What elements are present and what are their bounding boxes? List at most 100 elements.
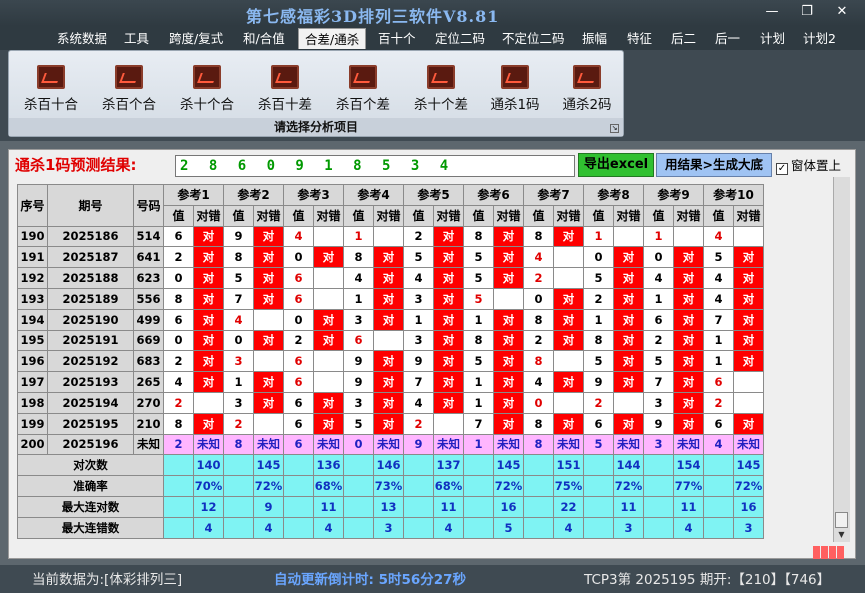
ref-value: 2 [523, 329, 554, 352]
col-index-header: 序号 [17, 184, 48, 227]
table-row[interactable]: 196 2025192 683 2 对 3 6 9 对 9 对 5 对 8 5 对 5 对 1 对 [17, 350, 764, 373]
vertical-scrollbar[interactable] [833, 177, 850, 542]
ref-value: 8 [523, 225, 554, 248]
minimize-icon[interactable]: — [760, 4, 784, 20]
ref-result: 对 [193, 287, 224, 310]
menu-system-data[interactable]: 系统数据 [51, 28, 113, 49]
restore-icon[interactable]: ❐ [795, 4, 819, 20]
ref-value: 6 [343, 329, 374, 352]
latest-draw-status: TCP3第 2025195 期开:【210】【746】 [584, 572, 831, 588]
ref-value: 5 [703, 246, 734, 269]
kill-bs-diff-button[interactable]: 杀百十差 [249, 65, 321, 115]
ref-result: 对 [613, 329, 644, 352]
scroll-down-icon[interactable]: ▼ [835, 530, 848, 542]
menu-last-two[interactable]: 后二 [665, 28, 702, 49]
row-issue: 2025188 [47, 267, 134, 289]
pred-result: 未知 [673, 433, 704, 456]
close-icon[interactable]: ✕ [830, 4, 854, 20]
table-row[interactable]: 197 2025193 265 4 对 1 对 6 9 对 7 对 1 对 4 对 9 对 7 对 6 [17, 371, 764, 393]
ref-value: 9 [223, 225, 254, 248]
ref-value: 0 [223, 329, 254, 352]
menu-tools[interactable]: 工具 [118, 28, 155, 49]
value-subheader: 值 [703, 204, 734, 227]
stat-spacer [163, 516, 194, 539]
ref-value: 5 [643, 350, 674, 373]
value-subheader: 值 [643, 204, 674, 227]
menu-nonposition-two[interactable]: 不定位二码 [496, 28, 571, 49]
menu-sum-value[interactable]: 和/合值 [237, 28, 291, 49]
ref-value: 2 [403, 225, 434, 248]
stat-label: 最大连错数 [17, 516, 164, 539]
generate-base-button[interactable]: 用结果>生成大底 [656, 153, 772, 177]
ref-result [733, 391, 764, 414]
ref-result [313, 225, 344, 248]
kill-one-code-button[interactable]: 通杀1码 [479, 65, 551, 115]
expand-corner-icon[interactable]: ↘ [610, 124, 619, 133]
ref-result: 对 [553, 225, 584, 248]
ref-result: 对 [493, 412, 524, 435]
stat-value: 22 [553, 495, 584, 518]
ref-value: 1 [343, 225, 374, 248]
stat-row: 最大连错数 4 4 4 3 4 5 4 3 4 3 [17, 516, 764, 539]
ref-value: 4 [163, 371, 194, 393]
stat-spacer [463, 495, 494, 518]
menu-feature[interactable]: 特征 [621, 28, 658, 49]
kill-sg-sum-button[interactable]: 杀十个合 [171, 65, 243, 115]
ref-result: 对 [613, 246, 644, 269]
menu-hundred-ten-one[interactable]: 百十个 [372, 28, 422, 49]
table-row[interactable]: 194 2025190 499 6 对 4 0 对 3 对 1 对 1 对 8 对 1 对 6 对 7 对 [17, 308, 764, 331]
table-row[interactable]: 199 2025195 210 8 对 2 6 对 5 对 2 7 对 8 对 6 对 9 对 6 对 [17, 412, 764, 435]
ref-value: 9 [403, 350, 434, 373]
row-issue: 2025191 [47, 329, 134, 352]
kill-bg-sum-button[interactable]: 杀百个合 [93, 65, 165, 115]
kill-bs-sum-button[interactable]: 杀百十合 [15, 65, 87, 115]
table-row[interactable]: 198 2025194 270 2 3 对 6 对 3 对 4 对 1 对 0 2 3 对 2 [17, 391, 764, 414]
table-row[interactable]: 193 2025189 556 8 对 7 对 6 1 对 3 对 5 0 对 2 对 1 对 4 对 [17, 287, 764, 310]
menu-plan2[interactable]: 计划2 [797, 28, 842, 49]
ref-header: 参考9 [643, 184, 704, 206]
result-subheader: 对错 [493, 204, 524, 227]
kill-bg-diff-button[interactable]: 杀百个差 [327, 65, 399, 115]
kill-sg-diff-button[interactable]: 杀十个差 [405, 65, 477, 115]
stat-value: 4 [253, 516, 284, 539]
table-row[interactable]: 191 2025187 641 2 对 8 对 0 对 8 对 5 对 5 对 4 0 对 0 对 5 对 [17, 246, 764, 269]
kill-two-code-button[interactable]: 通杀2码 [551, 65, 623, 115]
scroll-thumb[interactable] [835, 512, 848, 528]
ref-value: 5 [583, 350, 614, 373]
table-row[interactable]: 190 2025186 514 6 对 9 对 4 1 2 对 8 对 8 对 1 1 4 [17, 225, 764, 248]
stat-spacer [403, 454, 434, 477]
status-bar: 当前数据为:[体彩排列三] 自动更新倒计时: 5时56分27秒 TCP3第 20… [0, 565, 865, 593]
ref-result [373, 329, 404, 352]
prediction-row[interactable]: 200 2025196 未知 2 未知 8 未知 6 未知 0 未知 9 未知 1 未知 8 未知 5 未知 3 未知 4… [17, 433, 764, 456]
menu-amplitude[interactable]: 振幅 [576, 28, 613, 49]
menu-sum-diff-kill[interactable]: 合差/通杀 [298, 28, 367, 49]
ref-result: 对 [253, 287, 284, 310]
ref-result: 对 [673, 329, 704, 352]
row-issue: 2025195 [47, 412, 134, 435]
ref-result [313, 371, 344, 393]
menu-last-one[interactable]: 后一 [709, 28, 746, 49]
ref-result: 对 [553, 371, 584, 393]
ref-result [433, 412, 464, 435]
table-row[interactable]: 192 2025188 623 0 对 5 对 6 4 对 4 对 5 对 2 5 对 4 对 4 对 [17, 267, 764, 289]
stat-spacer [403, 516, 434, 539]
menu-span-compound[interactable]: 跨度/复式 [163, 28, 229, 49]
menu-position-two[interactable]: 定位二码 [429, 28, 491, 49]
col-issue-header: 期号 [47, 184, 134, 227]
menu-plan[interactable]: 计划 [754, 28, 791, 49]
ref-result: 对 [253, 371, 284, 393]
ref-value: 4 [283, 225, 314, 248]
ref-result: 对 [313, 391, 344, 414]
ref-value: 7 [403, 371, 434, 393]
result-field[interactable]: 2 8 6 0 9 1 8 5 3 4 [175, 155, 575, 177]
table-row[interactable]: 195 2025191 669 0 对 0 对 2 对 6 3 对 8 对 2 对 8 对 2 对 1 对 [17, 329, 764, 352]
ref-result [373, 225, 404, 248]
ref-value: 8 [583, 329, 614, 352]
ref-value: 4 [643, 267, 674, 289]
ref-value: 9 [343, 371, 374, 393]
stat-row: 准确率 70% 72% 68% 73% 68% 72% 75% 72% 77% 72% [17, 475, 764, 497]
ref-value: 6 [283, 267, 314, 289]
pred-value: 0 [343, 433, 374, 456]
topmost-checkbox[interactable]: ✓ 窗体置上 [776, 155, 841, 175]
export-excel-button[interactable]: 导出excel [578, 153, 654, 177]
